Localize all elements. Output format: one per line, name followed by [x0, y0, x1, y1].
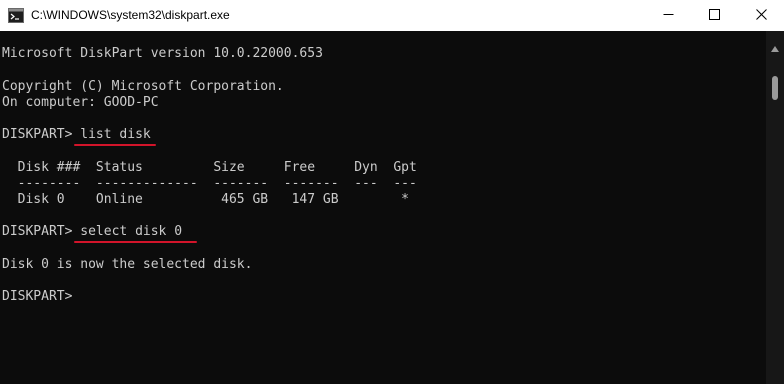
table-separator: -------- ------------- ------- ------- -…: [2, 176, 417, 191]
minimize-icon: [663, 7, 674, 25]
table-row: Disk 0 Online 465 GB 147 GB *: [2, 192, 409, 207]
version-line: Microsoft DiskPart version 10.0.22000.65…: [2, 46, 323, 61]
scroll-thumb[interactable]: [772, 76, 778, 100]
command-underline: [74, 144, 156, 146]
scroll-up-icon[interactable]: [771, 39, 779, 52]
command-line-list-disk: DISKPART> list disk: [2, 127, 151, 143]
computer-line: On computer: GOOD-PC: [2, 95, 159, 110]
command-underline: [74, 241, 197, 243]
window-title: C:\WINDOWS\system32\diskpart.exe: [31, 8, 230, 22]
minimize-button[interactable]: [645, 0, 691, 31]
title-bar[interactable]: C:\WINDOWS\system32\diskpart.exe: [0, 0, 784, 31]
console-output[interactable]: Microsoft DiskPart version 10.0.22000.65…: [0, 31, 766, 384]
table-header: Disk ### Status Size Free Dyn Gpt: [2, 160, 417, 175]
copyright-line: Copyright (C) Microsoft Corporation.: [2, 79, 284, 94]
final-prompt: DISKPART>: [2, 289, 73, 304]
command-select-disk: select disk 0: [80, 224, 183, 239]
diskpart-window: C:\WINDOWS\system32\diskpart.exe Microso…: [0, 0, 784, 384]
prompt: DISKPART>: [2, 127, 81, 142]
maximize-icon: [708, 7, 720, 25]
close-icon: [755, 7, 767, 25]
command-list-disk: list disk: [80, 127, 151, 142]
prompt: DISKPART>: [2, 224, 81, 239]
close-button[interactable]: [738, 0, 784, 31]
maximize-button[interactable]: [691, 0, 737, 31]
vertical-scrollbar[interactable]: [766, 31, 784, 384]
console-icon: [8, 8, 24, 23]
command-line-select-disk: DISKPART> select disk 0: [2, 224, 182, 240]
result-line: Disk 0 is now the selected disk.: [2, 257, 253, 272]
